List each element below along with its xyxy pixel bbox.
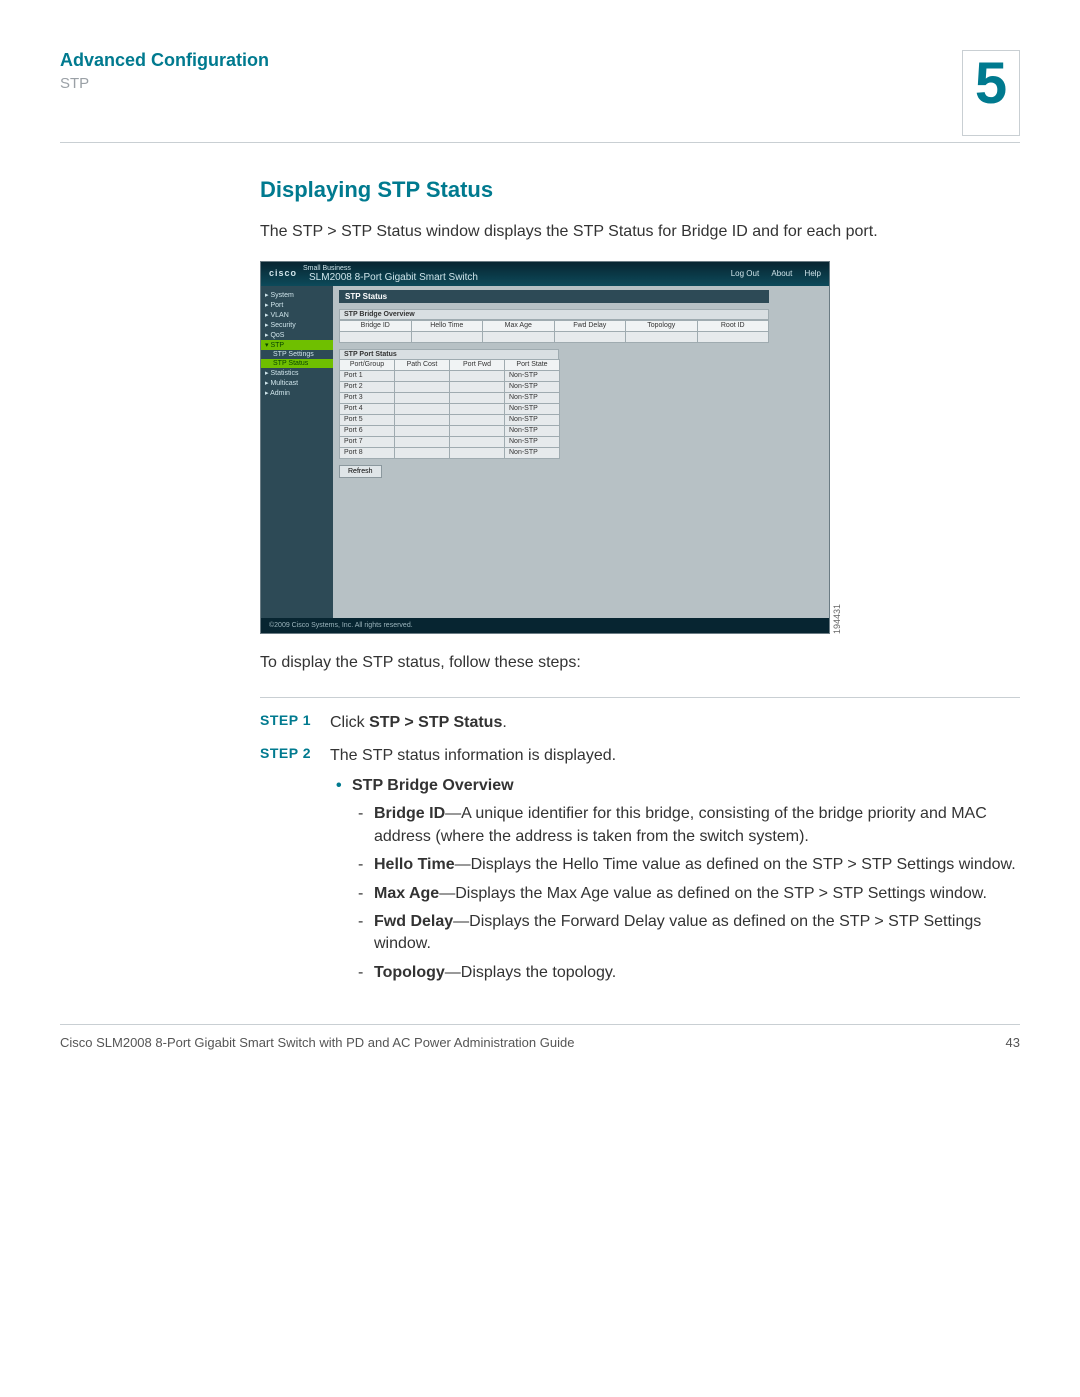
nav-stp-settings[interactable]: STP Settings [261, 350, 333, 359]
step1-pre: Click [330, 714, 369, 731]
port-row: Port 4Non-STP [340, 403, 560, 414]
content: Displaying STP Status The STP > STP Stat… [260, 177, 1020, 990]
col-port-fwd: Port Fwd [450, 359, 505, 370]
port-row: Port 2Non-STP [340, 381, 560, 392]
steps-rule [260, 697, 1020, 698]
col-port-group: Port/Group [340, 359, 395, 370]
port-row: Port 1Non-STP [340, 370, 560, 381]
topbar-links: Log Out About Help [721, 269, 821, 278]
steps: STEP 1 Click STP > STP Status. STEP 2 Th… [260, 712, 1020, 990]
switch-main: STP Status STP Bridge Overview Bridge ID… [333, 286, 829, 618]
bullet-topology: Topology—Displays the topology. [330, 962, 1020, 984]
nav-stp[interactable]: ▾ STP [261, 340, 333, 350]
nav-system[interactable]: ▸ System [261, 290, 333, 300]
bullet-hello-time: Hello Time—Displays the Hello Time value… [330, 854, 1020, 876]
logout-link[interactable]: Log Out [731, 269, 759, 278]
port-row: Port 3Non-STP [340, 392, 560, 403]
port-status-table: Port/Group Path Cost Port Fwd Port State… [339, 359, 560, 459]
switch-topbar: cisco Small Business SLM2008 8-Port Giga… [261, 262, 829, 286]
help-link[interactable]: Help [805, 269, 821, 278]
col-root-id: Root ID [697, 320, 769, 331]
step-2: STEP 2 The STP status information is dis… [260, 745, 1020, 991]
col-hello-time: Hello Time [411, 320, 483, 331]
logo-text: cisco [269, 269, 297, 279]
nav-admin[interactable]: ▸ Admin [261, 388, 333, 398]
section-title: Displaying STP Status [260, 177, 1020, 203]
footer-title: Cisco SLM2008 8-Port Gigabit Smart Switc… [60, 1035, 574, 1050]
figure-id: 194431 [832, 604, 842, 634]
nav-port[interactable]: ▸ Port [261, 300, 333, 310]
col-path-cost: Path Cost [395, 359, 450, 370]
col-bridge-id: Bridge ID [340, 320, 412, 331]
col-port-state: Port State [505, 359, 560, 370]
col-topology: Topology [626, 320, 698, 331]
about-link[interactable]: About [771, 269, 792, 278]
nav-multicast[interactable]: ▸ Multicast [261, 378, 333, 388]
switch-nav: ▸ System ▸ Port ▸ VLAN ▸ Security ▸ QoS … [261, 286, 333, 618]
device-title: SLM2008 8-Port Gigabit Smart Switch [309, 272, 478, 283]
step2-text: The STP status information is displayed. [330, 747, 616, 764]
col-fwd-delay: Fwd Delay [554, 320, 626, 331]
switch-footer: ©2009 Cisco Systems, Inc. All rights res… [261, 618, 829, 633]
nav-statistics[interactable]: ▸ Statistics [261, 368, 333, 378]
col-max-age: Max Age [483, 320, 555, 331]
page-header: Advanced Configuration STP 5 [60, 50, 1020, 136]
switch-screenshot: 194431 cisco Small Business SLM2008 8-Po… [260, 261, 830, 634]
bullet-stp-bridge-overview: STP Bridge Overview [330, 775, 1020, 797]
page: Advanced Configuration STP 5 Displaying … [0, 0, 1080, 1080]
nav-security[interactable]: ▸ Security [261, 320, 333, 330]
page-footer: Cisco SLM2008 8-Port Gigabit Smart Switc… [60, 1025, 1020, 1050]
brand-small: Small Business [303, 265, 478, 272]
lead-out: To display the STP status, follow these … [260, 652, 1020, 674]
intro-paragraph: The STP > STP Status window displays the… [260, 221, 1020, 243]
port-row: Port 5Non-STP [340, 414, 560, 425]
port-row: Port 7Non-STP [340, 436, 560, 447]
bullet-max-age: Max Age—Displays the Max Age value as de… [330, 883, 1020, 905]
bridge-overview-table: Bridge ID Hello Time Max Age Fwd Delay T… [339, 320, 769, 343]
step1-bold: STP > STP Status [369, 714, 502, 731]
refresh-button[interactable]: Refresh [339, 465, 382, 478]
pane-title: STP Status [339, 290, 769, 303]
nav-qos[interactable]: ▸ QoS [261, 330, 333, 340]
chapter-number: 5 [975, 55, 1007, 113]
bullet-bridge-id: Bridge ID—A unique identifier for this b… [330, 803, 1020, 848]
step-label: STEP [260, 712, 298, 728]
bridge-row [340, 331, 769, 342]
header-subsection: STP [60, 75, 962, 92]
header-section: Advanced Configuration [60, 50, 962, 71]
step-1: STEP 1 Click STP > STP Status. [260, 712, 1020, 734]
port-row: Port 8Non-STP [340, 447, 560, 458]
step-label: STEP [260, 745, 298, 761]
port-row: Port 6Non-STP [340, 425, 560, 436]
header-rule [60, 142, 1020, 143]
step1-post: . [502, 714, 506, 731]
chapter-box: 5 [962, 50, 1020, 136]
nav-vlan[interactable]: ▸ VLAN [261, 310, 333, 320]
bridge-overview-header: STP Bridge Overview [339, 309, 769, 320]
nav-stp-status[interactable]: STP Status [261, 359, 333, 368]
page-number: 43 [1006, 1035, 1020, 1050]
bullet-fwd-delay: Fwd Delay—Displays the Forward Delay val… [330, 911, 1020, 956]
